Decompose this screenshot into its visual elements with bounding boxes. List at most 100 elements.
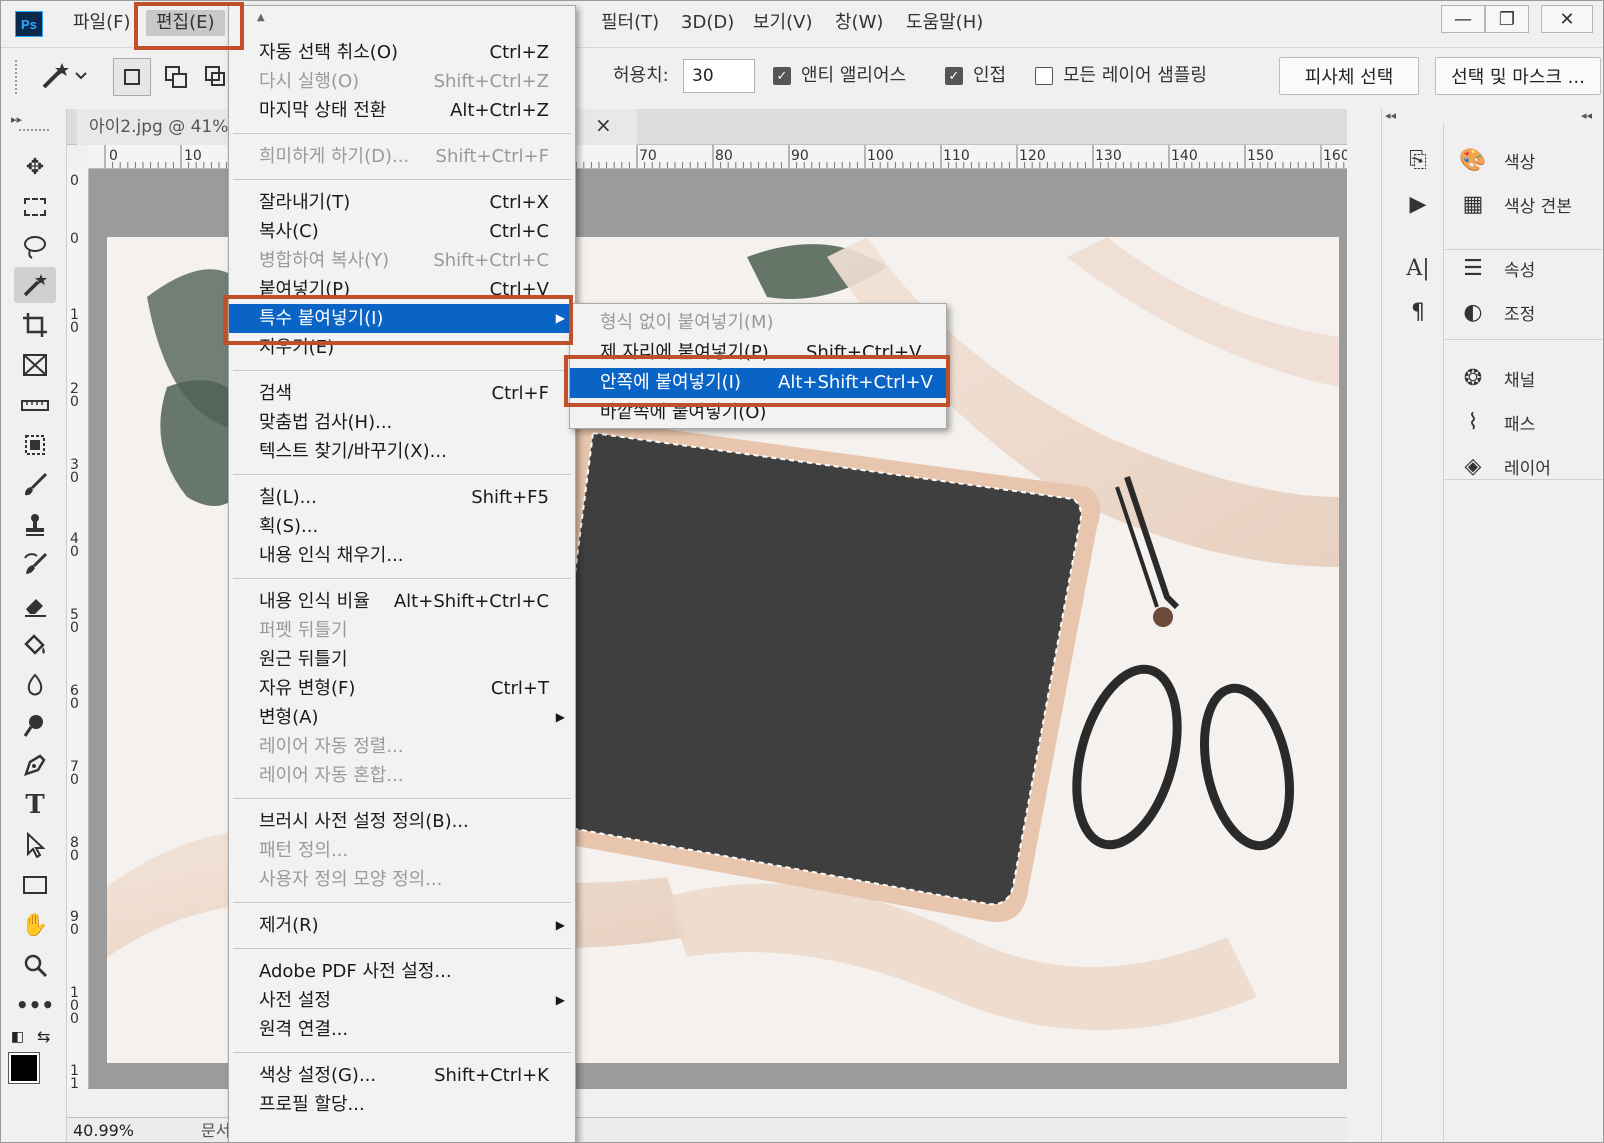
contiguous-checkbox[interactable]: ✓ bbox=[945, 67, 963, 85]
ruler-label: 6 0 bbox=[70, 683, 79, 712]
menu-help[interactable]: 도움말(H) bbox=[906, 10, 983, 36]
photoshop-window: Ps 파일(F) 편집(E) 필터(T) 3D(D) 보기(V) 창(W) 도움… bbox=[0, 0, 1604, 1143]
menu-view[interactable]: 보기(V) bbox=[753, 10, 812, 36]
panel-adjustments[interactable]: ◐ 조정 bbox=[1458, 295, 1535, 329]
ruler-label: 140 bbox=[1171, 148, 1198, 164]
menu-item-check-spelling[interactable]: 맞춤법 검사(H)... bbox=[229, 408, 575, 437]
lasso-tool-icon[interactable] bbox=[14, 229, 56, 265]
menu-window[interactable]: 창(W) bbox=[835, 10, 883, 36]
more-tools-icon[interactable]: ••• bbox=[14, 987, 56, 1023]
eraser-tool-icon[interactable] bbox=[14, 587, 56, 623]
scroll-up-icon[interactable]: ▲ bbox=[257, 12, 265, 23]
adjustments-icon: ◐ bbox=[1463, 299, 1483, 325]
default-colors-icon[interactable]: ◧ bbox=[11, 1029, 24, 1045]
panel-layers[interactable]: ◈ 레이어 bbox=[1458, 449, 1551, 483]
submenu-item-paste-without-formatting: 형식 없이 붙여넣기(M) bbox=[600, 312, 774, 333]
ruler-tool-icon[interactable] bbox=[14, 387, 56, 423]
pen-tool-icon[interactable] bbox=[14, 747, 56, 783]
dodge-tool-icon[interactable] bbox=[14, 707, 56, 743]
foreground-color-swatch[interactable] bbox=[8, 1052, 40, 1084]
crop-tool-icon[interactable] bbox=[14, 307, 56, 343]
panel-channels[interactable]: ❂ 채널 bbox=[1458, 361, 1536, 395]
ruler-label: 110 bbox=[943, 148, 970, 164]
menu-item-color-settings[interactable]: 색상 설정(G)... Shift+Ctrl+K bbox=[229, 1061, 575, 1090]
tool-preset-picker[interactable] bbox=[33, 58, 91, 94]
menu-filter[interactable]: 필터(T) bbox=[601, 10, 659, 36]
menu-item-purge[interactable]: 제거(R) ▶ bbox=[229, 911, 575, 940]
panel-swatches-label: 색상 견본 bbox=[1504, 196, 1572, 217]
menu-item-search[interactable]: 검색 Ctrl+F bbox=[229, 379, 575, 408]
menu-item-content-aware-scale[interactable]: 내용 인식 비율 Alt+Shift+Ctrl+C bbox=[229, 587, 575, 616]
frame-tool-icon[interactable] bbox=[14, 347, 56, 383]
menu-item-copy[interactable]: 복사(C) Ctrl+C bbox=[229, 217, 575, 246]
collapse-left-panel-icon[interactable]: ◂◂ bbox=[1385, 109, 1396, 122]
sample-all-layers-checkbox[interactable] bbox=[1035, 67, 1053, 85]
minimize-button[interactable]: — bbox=[1441, 5, 1485, 33]
document-info[interactable]: 문서 bbox=[201, 1118, 230, 1142]
move-tool-icon[interactable]: ✥ bbox=[14, 149, 56, 185]
select-and-mask-button[interactable]: 선택 및 마스크 ... bbox=[1435, 57, 1601, 95]
history-brush-tool-icon[interactable] bbox=[14, 547, 56, 583]
menu-item-toggle-last-state[interactable]: 마지막 상태 전환 Alt+Ctrl+Z bbox=[229, 96, 575, 125]
type-tool-icon[interactable]: T bbox=[14, 787, 56, 823]
subtract-selection-button[interactable] bbox=[199, 58, 229, 96]
menu-item-assign-profile[interactable]: 프로필 할당... bbox=[229, 1090, 575, 1119]
palette-icon: 🎨 bbox=[1459, 147, 1487, 173]
ruler-label: 0 bbox=[109, 148, 118, 164]
ruler-label: 5 0 bbox=[70, 607, 79, 636]
menu-item-cut[interactable]: 잘라내기(T) Ctrl+X bbox=[229, 188, 575, 217]
menu-item-find-replace[interactable]: 텍스트 찾기/바꾸기(X)... bbox=[229, 437, 575, 466]
anti-alias-checkbox[interactable]: ✓ bbox=[773, 67, 791, 85]
grip-handle[interactable] bbox=[15, 60, 19, 94]
zoom-level[interactable]: 40.99% bbox=[73, 1118, 134, 1142]
menu-item-remote-connections[interactable]: 원격 연결... bbox=[229, 1015, 575, 1044]
restore-button[interactable]: ❐ bbox=[1485, 5, 1529, 33]
path-selection-tool-icon[interactable] bbox=[14, 827, 56, 863]
history-panel-icon[interactable]: ⎘ bbox=[1401, 143, 1435, 177]
menu-item-fill[interactable]: 칠(L)... Shift+F5 bbox=[229, 483, 575, 512]
add-selection-button[interactable] bbox=[157, 58, 195, 96]
close-window-button[interactable]: ✕ bbox=[1541, 5, 1593, 33]
menu-item-undo[interactable]: 자동 선택 취소(O) Ctrl+Z bbox=[229, 38, 575, 67]
marquee-tool-icon[interactable] bbox=[14, 189, 56, 225]
rectangle-tool-icon[interactable] bbox=[14, 867, 56, 903]
menu-item-content-aware-fill[interactable]: 내용 인식 채우기... bbox=[229, 541, 575, 570]
patch-tool-icon[interactable] bbox=[14, 427, 56, 463]
hand-tool-icon[interactable]: ✋ bbox=[14, 907, 56, 943]
menu-item-define-brush-preset[interactable]: 브러시 사전 설정 정의(B)... bbox=[229, 807, 575, 836]
toolbar-grip[interactable] bbox=[19, 129, 49, 132]
panel-paths[interactable]: ⌇ 패스 bbox=[1458, 405, 1536, 439]
collapse-right-panel-icon[interactable]: ◂◂ bbox=[1581, 109, 1592, 122]
menu-3d[interactable]: 3D(D) bbox=[681, 10, 734, 36]
character-panel-icon[interactable]: A| bbox=[1401, 251, 1435, 285]
brush-tool-icon[interactable] bbox=[14, 467, 56, 503]
photoshop-logo-icon: Ps bbox=[15, 11, 43, 37]
new-selection-button[interactable] bbox=[113, 58, 151, 96]
close-tab-icon[interactable]: × bbox=[595, 113, 612, 137]
menu-item-presets[interactable]: 사전 설정 ▶ bbox=[229, 986, 575, 1015]
panel-color[interactable]: 🎨 색상 bbox=[1458, 143, 1535, 177]
magic-wand-tool-icon[interactable] bbox=[14, 267, 56, 303]
zoom-tool-icon[interactable] bbox=[14, 947, 56, 983]
actions-panel-icon[interactable]: ▶ bbox=[1401, 187, 1435, 221]
menu-item-perspective-warp[interactable]: 원근 뒤틀기 bbox=[229, 645, 575, 674]
menu-item-transform[interactable]: 변형(A) ▶ bbox=[229, 703, 575, 732]
menu-file[interactable]: 파일(F) bbox=[73, 10, 131, 36]
menu-item-free-transform[interactable]: 자유 변형(F) Ctrl+T bbox=[229, 674, 575, 703]
panel-properties[interactable]: ☰ 속성 bbox=[1458, 251, 1535, 285]
ruler-label: 0 bbox=[70, 173, 79, 189]
collapse-toolbar-icon[interactable]: ▸▸ bbox=[11, 113, 22, 126]
ruler-label: 8 0 bbox=[70, 835, 79, 864]
select-subject-button[interactable]: 피사체 선택 bbox=[1279, 57, 1419, 95]
ruler-label: 3 0 bbox=[70, 457, 79, 486]
menu-item-stroke[interactable]: 획(S)... bbox=[229, 512, 575, 541]
paint-bucket-tool-icon[interactable] bbox=[14, 627, 56, 663]
stamp-tool-icon[interactable] bbox=[14, 507, 56, 543]
menu-item-adobe-pdf-presets[interactable]: Adobe PDF 사전 설정... bbox=[229, 957, 575, 986]
paragraph-panel-icon[interactable]: ¶ bbox=[1401, 295, 1435, 329]
ruler-label: 0 bbox=[70, 231, 79, 247]
swap-colors-icon[interactable]: ⇆ bbox=[37, 1027, 50, 1046]
panel-swatches[interactable]: ▦ 색상 견본 bbox=[1458, 187, 1572, 221]
tolerance-input[interactable]: 30 bbox=[683, 59, 755, 93]
blur-tool-icon[interactable] bbox=[14, 667, 56, 703]
